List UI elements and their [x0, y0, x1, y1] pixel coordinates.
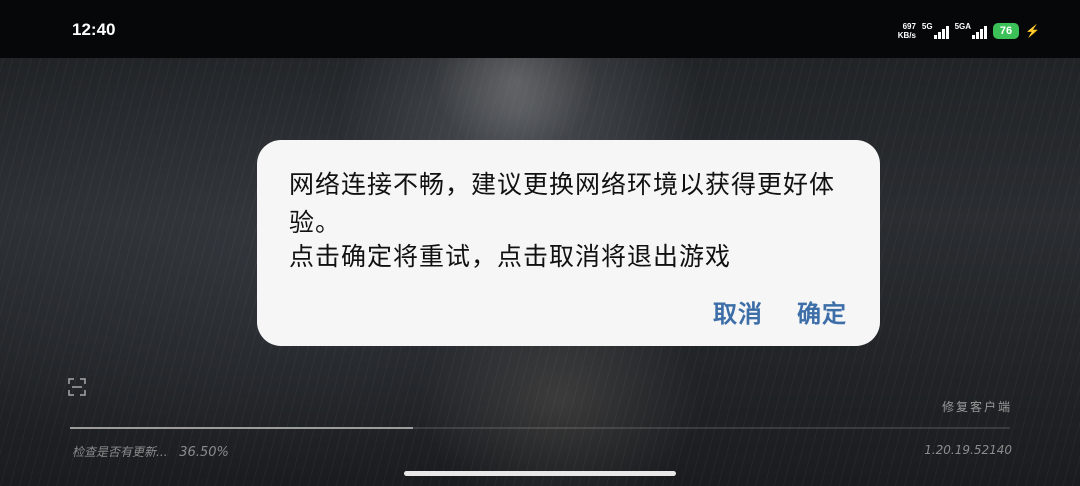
- scan-icon[interactable]: [68, 378, 86, 396]
- home-indicator[interactable]: [404, 471, 676, 476]
- update-progress-bar: [70, 427, 1010, 429]
- network-type-1: 5G: [921, 22, 933, 31]
- version-label: 1.20.19.52140: [924, 443, 1012, 457]
- dialog-message-line2: 点击确定将重试，点击取消将退出游戏: [289, 242, 732, 271]
- repair-client-link[interactable]: 修复客户端: [942, 398, 1012, 415]
- dialog-message-line1: 网络连接不畅，建议更换网络环境以获得更好体验。: [289, 170, 836, 237]
- update-percent: 36.50%: [179, 445, 229, 460]
- network-error-dialog: 网络连接不畅，建议更换网络环境以获得更好体验。 点击确定将重试，点击取消将退出游…: [257, 140, 880, 346]
- signal-1: 5G: [922, 23, 949, 39]
- network-speed: 697 KB/s: [898, 22, 916, 40]
- update-status: 检查是否有更新... 36.50%: [72, 443, 229, 460]
- update-progress-fill: [70, 427, 414, 429]
- signal-icon: [933, 26, 949, 39]
- status-icons: 697 KB/s 5G 5GA 76 ⚡: [898, 18, 1040, 44]
- confirm-button[interactable]: 确定: [797, 294, 847, 329]
- update-status-text: 检查是否有更新...: [72, 445, 168, 459]
- charging-bolt-icon: ⚡: [1025, 24, 1040, 38]
- game-launch-screen: 12:40 697 KB/s 5G 5GA 76 ⚡ 网络连接不畅，建议更换网络…: [0, 0, 1080, 486]
- signal-2: 5GA: [954, 22, 988, 39]
- status-time: 12:40: [72, 20, 116, 39]
- cancel-button[interactable]: 取消: [713, 294, 763, 329]
- signal-icon: [972, 26, 988, 39]
- network-speed-value: 697: [902, 22, 916, 31]
- battery-level: 76: [993, 23, 1020, 39]
- network-type-2: 5GA: [954, 22, 972, 31]
- network-speed-unit: KB/s: [897, 31, 916, 40]
